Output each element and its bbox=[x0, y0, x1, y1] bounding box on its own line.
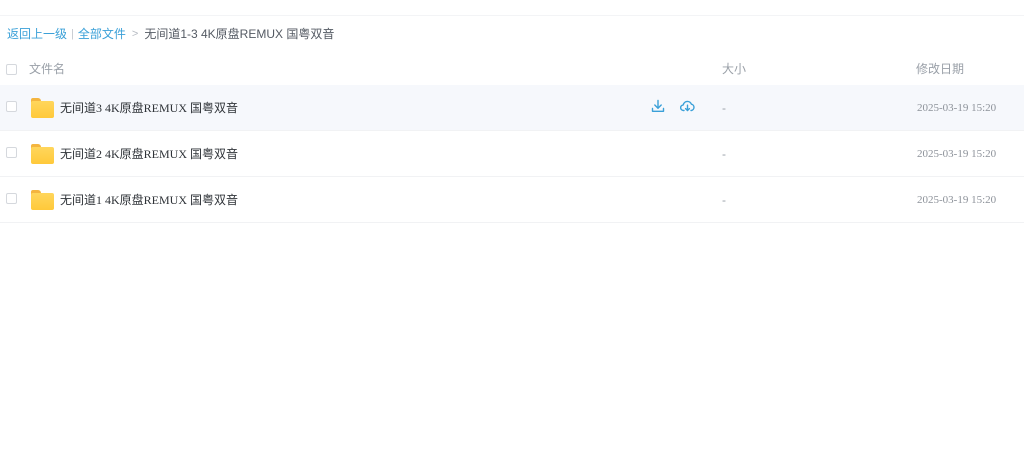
table-header: 文件名 大小 修改日期 bbox=[0, 56, 1024, 82]
modified-date: 2025-03-19 15:20 bbox=[917, 194, 997, 206]
file-name[interactable]: 无间道1 4K原盘REMUX 国粤双音 bbox=[60, 192, 238, 208]
row-checkbox[interactable] bbox=[6, 101, 17, 112]
column-header-size[interactable]: 大小 bbox=[722, 61, 746, 77]
table-row[interactable]: 无间道1 4K原盘REMUX 国粤双音 - 2025-03-19 15:20 bbox=[0, 177, 1024, 223]
column-header-modified[interactable]: 修改日期 bbox=[916, 61, 964, 77]
folder-icon[interactable] bbox=[31, 190, 54, 210]
back-link[interactable]: 返回上一级 bbox=[7, 26, 67, 42]
file-size: - bbox=[722, 101, 726, 115]
top-divider bbox=[0, 15, 1024, 16]
row-actions bbox=[651, 98, 695, 114]
table-row[interactable]: 无间道2 4K原盘REMUX 国粤双音 - 2025-03-19 15:20 bbox=[0, 131, 1024, 177]
modified-date: 2025-03-19 15:20 bbox=[917, 148, 997, 160]
row-checkbox[interactable] bbox=[6, 147, 17, 158]
file-name[interactable]: 无间道3 4K原盘REMUX 国粤双音 bbox=[60, 100, 238, 116]
download-icon[interactable] bbox=[651, 99, 665, 113]
select-all-checkbox[interactable] bbox=[6, 64, 17, 75]
modified-date: 2025-03-19 15:20 bbox=[917, 102, 997, 114]
file-browser: 返回上一级 | 全部文件 > 无间道1-3 4K原盘REMUX 国粤双音 文件名… bbox=[0, 0, 1024, 453]
file-name[interactable]: 无间道2 4K原盘REMUX 国粤双音 bbox=[60, 146, 238, 162]
folder-icon[interactable] bbox=[31, 98, 54, 118]
all-files-link[interactable]: 全部文件 bbox=[78, 26, 126, 42]
file-size: - bbox=[722, 193, 726, 207]
cloud-save-icon[interactable] bbox=[680, 99, 695, 113]
breadcrumb: 返回上一级 | 全部文件 > 无间道1-3 4K原盘REMUX 国粤双音 bbox=[7, 26, 334, 42]
breadcrumb-arrow: > bbox=[131, 28, 139, 40]
row-checkbox[interactable] bbox=[6, 193, 17, 204]
column-header-name[interactable]: 文件名 bbox=[29, 61, 65, 77]
table-row[interactable]: 无间道3 4K原盘REMUX 国粤双音 - 2025-03-19 15:20 bbox=[0, 85, 1024, 131]
file-size: - bbox=[722, 147, 726, 161]
file-list: 无间道3 4K原盘REMUX 国粤双音 - 2025-03-19 15:20 无… bbox=[0, 85, 1024, 223]
breadcrumb-separator: | bbox=[71, 28, 74, 40]
breadcrumb-current: 无间道1-3 4K原盘REMUX 国粤双音 bbox=[144, 27, 335, 41]
folder-icon[interactable] bbox=[31, 144, 54, 164]
